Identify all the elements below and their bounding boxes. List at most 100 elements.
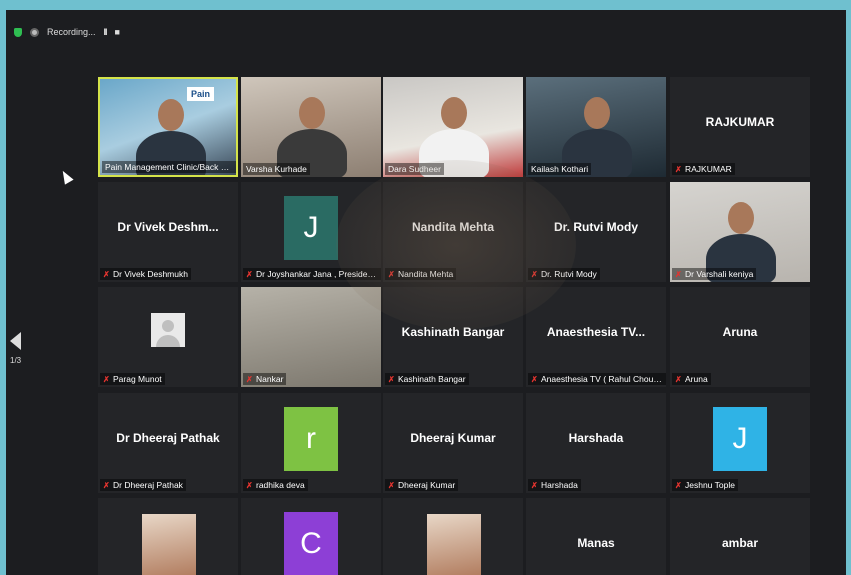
mic-muted-icon: ✗ bbox=[103, 375, 110, 384]
participant-name-label: ✗ Harshada bbox=[528, 479, 581, 491]
participant-video bbox=[383, 77, 523, 177]
participant-video bbox=[241, 77, 381, 177]
mic-muted-icon: ✗ bbox=[246, 270, 253, 279]
participant-name-text: Jeshnu Tople bbox=[685, 480, 735, 490]
participant-tile[interactable]: Varsha Kurhade bbox=[241, 77, 381, 177]
page-indicator[interactable]: 1/3 bbox=[10, 332, 21, 365]
participant-name-label: ✗ Aruna bbox=[672, 373, 711, 385]
participant-initial-avatar: J bbox=[284, 196, 338, 260]
participant-name-text: Kailash Kothari bbox=[531, 164, 589, 174]
participant-head bbox=[158, 99, 184, 131]
participant-tile[interactable]: Anaesthesia TV... ✗ Anaesthesia TV ( Rahul… bbox=[526, 287, 666, 387]
participant-head bbox=[299, 97, 325, 129]
previous-page-icon[interactable] bbox=[10, 332, 21, 350]
participant-name-label: ✗ Dr. Rutvi Mody bbox=[528, 268, 600, 280]
participant-video bbox=[241, 287, 381, 387]
clinic-logo: Pain bbox=[186, 87, 214, 101]
participant-tile[interactable]: Kashinath Bangar ✗ Kashinath Bangar bbox=[383, 287, 523, 387]
participant-tile[interactable]: Pain Pain Management Clinic/Back Pai... bbox=[98, 77, 238, 177]
participant-display-name: ambar bbox=[721, 536, 759, 550]
participant-name-label: Kailash Kothari bbox=[528, 163, 592, 175]
mic-muted-icon: ✗ bbox=[531, 375, 538, 384]
participant-name-label: ✗ Nandita Mehta bbox=[385, 268, 457, 280]
participant-tile[interactable]: Harshada ✗ Harshada bbox=[526, 393, 666, 493]
page-number: 1/3 bbox=[10, 356, 22, 365]
participant-tile[interactable]: J ✗ Jeshnu Tople bbox=[670, 393, 810, 493]
mic-muted-icon: ✗ bbox=[531, 270, 538, 279]
default-avatar-icon bbox=[151, 313, 185, 347]
participant-photo bbox=[427, 514, 481, 575]
participant-display-name: Manas bbox=[577, 536, 615, 550]
participant-name-text: Kashinath Bangar bbox=[398, 374, 466, 384]
participant-name-text: Parag Munot bbox=[113, 374, 162, 384]
participant-name-text: Harshada bbox=[541, 480, 578, 490]
pause-recording-button[interactable]: II bbox=[104, 27, 108, 37]
participant-name-text: Pain Management Clinic/Back Pai... bbox=[105, 162, 236, 172]
participant-video bbox=[670, 182, 810, 282]
participant-name-text: Anaesthesia TV ( Rahul Choub... bbox=[541, 374, 666, 384]
participant-tile[interactable]: Manas bbox=[526, 498, 666, 575]
participant-display-name: Dr Vivek Deshm... bbox=[117, 220, 219, 234]
shield-icon[interactable] bbox=[14, 27, 22, 37]
mic-muted-icon: ✗ bbox=[675, 270, 682, 279]
participant-display-name: Dheeraj Kumar bbox=[410, 431, 496, 445]
mic-muted-icon: ✗ bbox=[675, 165, 682, 174]
meeting-topbar: Recording... II ■ bbox=[6, 20, 214, 44]
mic-muted-icon: ✗ bbox=[103, 481, 110, 490]
stop-recording-button[interactable]: ■ bbox=[115, 27, 121, 37]
participant-name-text: Dara Sudheer bbox=[388, 164, 441, 174]
participant-tile[interactable]: Dr. Rutvi Mody ✗ Dr. Rutvi Mody bbox=[526, 182, 666, 282]
participant-name-text: Nandita Mehta bbox=[398, 269, 454, 279]
participant-name-label: ✗ Kashinath Bangar bbox=[385, 373, 469, 385]
participant-display-name: Dr Dheeraj Pathak bbox=[116, 431, 220, 445]
participant-display-name: Aruna bbox=[722, 325, 758, 339]
participant-name-text: RAJKUMAR bbox=[685, 164, 732, 174]
participant-tile[interactable]: Dr Vivek Deshm... ✗ Dr Vivek Deshmukh bbox=[98, 182, 238, 282]
participant-tile[interactable]: Nandita Mehta ✗ Nandita Mehta bbox=[383, 182, 523, 282]
participant-name-text: Nankar bbox=[256, 374, 284, 384]
participant-tile[interactable]: Dara Sudheer bbox=[383, 77, 523, 177]
participant-tile[interactable]: ambar bbox=[670, 498, 810, 575]
participant-name-label: ✗ Dr Varshali keniya bbox=[672, 268, 757, 280]
participant-tile[interactable]: r ✗ radhika deva bbox=[241, 393, 381, 493]
participant-tile[interactable]: J ✗ Dr Joyshankar Jana , Presiden... bbox=[241, 182, 381, 282]
mic-muted-icon: ✗ bbox=[388, 270, 395, 279]
participant-name-label: ✗ Dr Joyshankar Jana , Presiden... bbox=[243, 268, 381, 280]
participant-name-text: Dheeraj Kumar bbox=[398, 480, 456, 490]
participant-tile[interactable]: RAJKUMAR ✗ RAJKUMAR bbox=[670, 77, 810, 177]
participant-tile[interactable]: Dheeraj Kumar ✗ Dheeraj Kumar bbox=[383, 393, 523, 493]
participant-tile[interactable]: Kailash Kothari bbox=[526, 77, 666, 177]
mic-muted-icon: ✗ bbox=[103, 270, 110, 279]
participant-tile[interactable]: ✗ Parag Munot bbox=[98, 287, 238, 387]
mic-muted-icon: ✗ bbox=[246, 375, 253, 384]
participant-display-name: Harshada bbox=[568, 431, 624, 445]
participant-tile[interactable]: ✗ Nankar bbox=[241, 287, 381, 387]
participant-initial-avatar: C bbox=[284, 512, 338, 575]
participant-tile[interactable] bbox=[383, 498, 523, 575]
participant-tile[interactable]: Dr Dheeraj Pathak ✗ Dr Dheeraj Pathak bbox=[98, 393, 238, 493]
participant-name-label: ✗ Dr Vivek Deshmukh bbox=[100, 268, 191, 280]
zoom-window: Recording... II ■ 1/3 Pain Pain Managemen… bbox=[6, 10, 846, 575]
participant-name-label: ✗ Dr Dheeraj Pathak bbox=[100, 479, 186, 491]
avatar-body-shape bbox=[156, 335, 180, 347]
participant-video bbox=[526, 77, 666, 177]
participant-name-text: radhika deva bbox=[256, 480, 305, 490]
mouse-cursor-icon bbox=[58, 168, 74, 185]
participant-name-label: ✗ Parag Munot bbox=[100, 373, 165, 385]
participant-name-label: ✗ Anaesthesia TV ( Rahul Choub... bbox=[528, 373, 666, 385]
participant-tile[interactable] bbox=[98, 498, 238, 575]
participant-initial-avatar: r bbox=[284, 407, 338, 471]
participant-tile[interactable]: C bbox=[241, 498, 381, 575]
participant-display-name: Dr. Rutvi Mody bbox=[553, 220, 638, 234]
participant-tile[interactable]: ✗ Dr Varshali keniya bbox=[670, 182, 810, 282]
participant-tile[interactable]: Aruna ✗ Aruna bbox=[670, 287, 810, 387]
mic-muted-icon: ✗ bbox=[388, 375, 395, 384]
participant-name-label: Pain Management Clinic/Back Pai... bbox=[102, 161, 236, 173]
participant-head bbox=[584, 97, 610, 129]
participant-photo bbox=[142, 514, 196, 575]
participant-display-name: Anaesthesia TV... bbox=[546, 325, 646, 339]
participant-name-label: ✗ RAJKUMAR bbox=[672, 163, 735, 175]
participant-name-label: Dara Sudheer bbox=[385, 163, 444, 175]
mic-muted-icon: ✗ bbox=[246, 481, 253, 490]
participant-head bbox=[728, 202, 754, 234]
